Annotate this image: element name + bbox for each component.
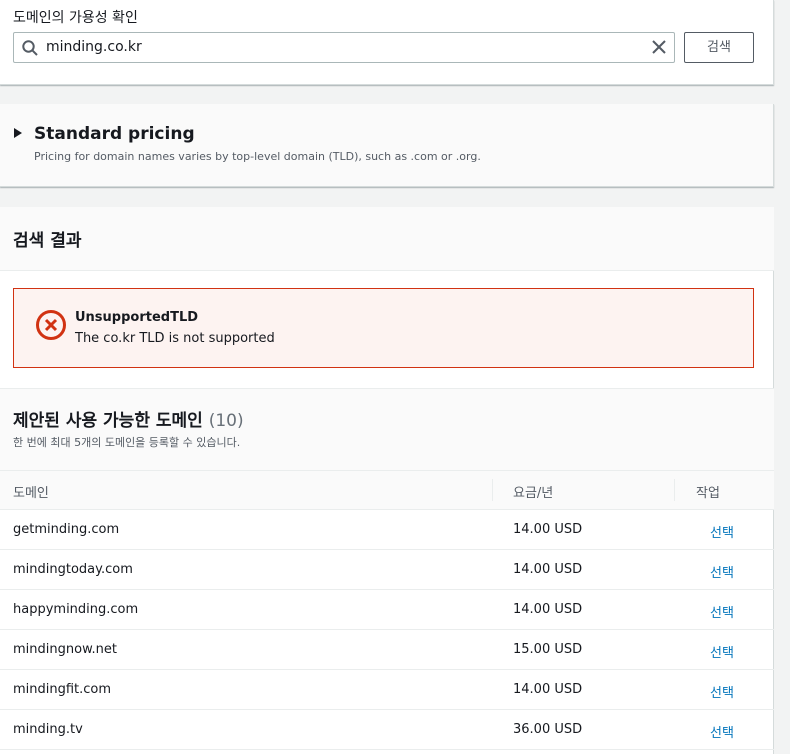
domain-cell: getminding.com [13, 522, 120, 537]
search-button[interactable]: 검색 [684, 32, 754, 63]
column-divider [674, 479, 675, 501]
error-icon [36, 310, 66, 340]
alert-title: UnsupportedTLD [75, 310, 199, 325]
results-header [0, 207, 774, 271]
suggestions-title-text: 제안된 사용 가능한 도메인 [13, 411, 203, 431]
domain-search-input[interactable]: minding.co.kr [13, 32, 675, 63]
column-header-price: 요금/년 [513, 486, 554, 501]
results-title: 검색 결과 [13, 231, 82, 251]
suggestions-count: (10) [208, 411, 244, 431]
clear-icon[interactable] [650, 38, 668, 56]
price-cell: 14.00 USD [513, 682, 583, 697]
select-link[interactable]: 선택 [710, 722, 734, 741]
price-cell: 36.00 USD [513, 722, 583, 737]
domain-cell: mindingnow.net [13, 642, 117, 657]
table-header [0, 470, 774, 510]
error-alert: UnsupportedTLD The co.kr TLD is not supp… [13, 288, 754, 368]
suggestions-title: 제안된 사용 가능한 도메인 (10) [13, 406, 244, 431]
price-cell: 14.00 USD [513, 562, 583, 577]
search-label: 도메인의 가용성 확인 [13, 10, 138, 26]
table-row: getminding.com 14.00 USD 선택 [0, 510, 774, 550]
domain-cell: minding.tv [13, 722, 83, 737]
pricing-title[interactable]: Standard pricing [34, 124, 195, 144]
table-row: mindingnow.net 15.00 USD 선택 [0, 630, 774, 670]
price-cell: 14.00 USD [513, 522, 583, 537]
select-link[interactable]: 선택 [710, 682, 734, 701]
table-row: mindingtoday.com 14.00 USD 선택 [0, 550, 774, 590]
select-link[interactable]: 선택 [710, 562, 734, 581]
pricing-description: Pricing for domain names varies by top-l… [34, 150, 481, 163]
price-cell: 14.00 USD [513, 602, 583, 617]
domain-cell: happyminding.com [13, 602, 139, 617]
table-row: minding.tv 36.00 USD 선택 [0, 710, 774, 750]
select-link[interactable]: 선택 [710, 522, 734, 541]
select-link[interactable]: 선택 [710, 602, 734, 621]
suggestions-description: 한 번에 최대 5개의 도메인을 등록할 수 있습니다. [13, 436, 241, 449]
column-header-domain: 도메인 [13, 486, 49, 501]
column-header-action: 작업 [696, 486, 720, 501]
table-row: mindingfit.com 14.00 USD 선택 [0, 670, 774, 710]
alert-message: The co.kr TLD is not supported [75, 331, 275, 346]
price-cell: 15.00 USD [513, 642, 583, 657]
domain-cell: mindingtoday.com [13, 562, 133, 577]
expand-caret-icon[interactable] [14, 128, 22, 138]
search-icon [22, 40, 38, 56]
table-row: happyminding.com 14.00 USD 선택 [0, 590, 774, 630]
domain-cell: mindingfit.com [13, 682, 112, 697]
column-divider [492, 479, 493, 501]
select-link[interactable]: 선택 [710, 642, 734, 661]
search-input-value[interactable]: minding.co.kr [46, 39, 142, 55]
pricing-panel [0, 104, 774, 187]
